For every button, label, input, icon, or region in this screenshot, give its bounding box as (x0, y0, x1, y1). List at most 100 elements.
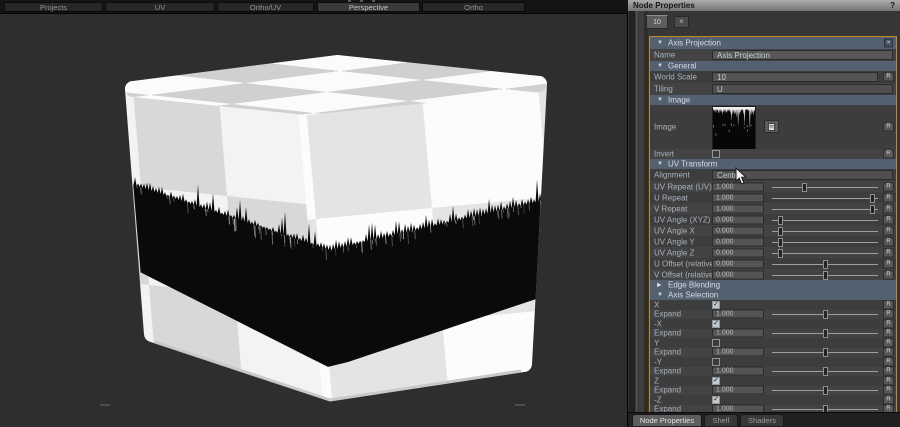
reset-button[interactable]: R (883, 310, 894, 319)
reset-button[interactable]: R (883, 182, 894, 191)
pinned-node-tab[interactable]: 10 (646, 15, 668, 29)
value-field[interactable]: 0.000 (712, 237, 764, 246)
viewport-tab-ortho[interactable]: Ortho (422, 2, 525, 12)
slider-track[interactable] (772, 187, 878, 188)
section-header-uv-transform[interactable]: ▼UV Transform (650, 159, 896, 169)
reset-button[interactable]: R (883, 367, 894, 376)
section-header-general[interactable]: ▼General (650, 61, 896, 71)
reset-button[interactable]: R (883, 150, 894, 159)
slider-track[interactable] (772, 352, 878, 353)
slider-track[interactable] (772, 231, 878, 232)
slider-thumb[interactable] (870, 194, 875, 203)
value-field[interactable]: 0.000 (712, 215, 764, 224)
slider-thumb[interactable] (870, 205, 875, 214)
group-header-axis-projection[interactable]: ▼Axis Projection× (650, 37, 896, 49)
value-field[interactable]: 1.000 (712, 329, 764, 338)
value-field[interactable]: 1.000 (712, 310, 764, 319)
slider-track[interactable] (772, 209, 878, 210)
close-node-tab-button[interactable]: × (674, 16, 689, 28)
slider-track[interactable] (772, 220, 878, 221)
slider-thumb[interactable] (823, 271, 828, 280)
reset-button[interactable]: R (883, 237, 894, 246)
slider-thumb[interactable] (778, 227, 783, 236)
image-thumbnail-wrap[interactable] (712, 106, 756, 150)
slider-thumb[interactable] (823, 386, 828, 395)
reset-button[interactable]: R (883, 193, 894, 202)
slider-track[interactable] (772, 242, 878, 243)
checkbox-x[interactable]: ✓ (712, 320, 720, 328)
panel-title-bar[interactable]: Node Properties ? (628, 0, 900, 11)
projection-image-thumbnail[interactable] (713, 107, 755, 149)
value-field[interactable]: 0.000 (712, 226, 764, 235)
dropdown-tiling[interactable]: U (712, 84, 893, 94)
world-scale-input[interactable]: 10 (712, 72, 878, 82)
viewport-tab-perspective[interactable]: Perspective (317, 2, 420, 12)
slider-track[interactable] (772, 333, 878, 334)
slider-track[interactable] (772, 314, 878, 315)
reset-button[interactable]: R (883, 395, 894, 404)
value-field[interactable]: 1.000 (712, 204, 764, 213)
bottom-tab-shelf[interactable]: Shelf (704, 414, 738, 426)
slider-thumb[interactable] (823, 260, 828, 269)
checkbox-invert[interactable] (712, 150, 720, 158)
viewport-tab-uv[interactable]: UV (105, 2, 215, 12)
slider-thumb[interactable] (823, 310, 828, 319)
reset-button[interactable]: R (883, 73, 894, 82)
checkbox-x[interactable]: ✓ (712, 301, 720, 309)
viewport-3d[interactable]: ProjectsUVOrtho/UVPerspectiveOrtho (0, 0, 628, 427)
reset-button[interactable]: R (883, 123, 894, 132)
property-row-tiling-4: TilingU (650, 83, 896, 95)
slider-thumb[interactable] (823, 367, 828, 376)
slider-thumb[interactable] (778, 216, 783, 225)
reset-button[interactable]: R (883, 270, 894, 279)
reset-button[interactable]: R (883, 300, 894, 309)
slider-track[interactable] (772, 275, 878, 276)
reset-button[interactable]: R (883, 226, 894, 235)
slider-thumb[interactable] (778, 249, 783, 258)
reset-button[interactable]: R (883, 376, 894, 385)
reset-button[interactable]: R (883, 348, 894, 357)
slider-track[interactable] (772, 371, 878, 372)
slider-thumb[interactable] (823, 348, 828, 357)
section-header-image[interactable]: ▼Image (650, 95, 896, 105)
reset-button[interactable]: R (883, 248, 894, 257)
checkbox-z[interactable]: ✓ (712, 396, 720, 404)
section-header-edge-blending[interactable]: ▶Edge Blending (650, 280, 896, 290)
section-header-axis-selection[interactable]: ▼Axis Selection (650, 290, 896, 300)
checkbox-y[interactable] (712, 358, 720, 366)
viewport-tab-ortho-uv[interactable]: Ortho/UV (217, 2, 314, 12)
help-icon[interactable]: ? (890, 0, 895, 11)
reset-button[interactable]: R (883, 215, 894, 224)
panel-scrollbar[interactable] (636, 11, 644, 413)
reset-button[interactable]: R (883, 319, 894, 328)
slider-track[interactable] (772, 264, 878, 265)
reset-button[interactable]: R (883, 259, 894, 268)
reset-button[interactable]: R (883, 386, 894, 395)
reset-button[interactable]: R (883, 329, 894, 338)
bottom-tab-node-properties[interactable]: Node Properties (632, 414, 702, 426)
slider-track[interactable] (772, 409, 878, 410)
viewport-tab-projects[interactable]: Projects (4, 2, 103, 12)
slider-thumb[interactable] (823, 329, 828, 338)
checkbox-y[interactable] (712, 339, 720, 347)
slider-thumb[interactable] (802, 183, 807, 192)
value-field[interactable]: 0.000 (712, 248, 764, 257)
slider-track[interactable] (772, 253, 878, 254)
close-icon[interactable]: × (884, 39, 893, 48)
load-image-button[interactable] (764, 120, 779, 133)
value-field[interactable]: 1.000 (712, 193, 764, 202)
value-field[interactable]: 0.000 (712, 270, 764, 279)
slider-track[interactable] (772, 198, 878, 199)
name-input[interactable]: Axis Projection (712, 50, 893, 60)
slider-track[interactable] (772, 390, 878, 391)
slider-thumb[interactable] (778, 238, 783, 247)
bottom-tab-shaders[interactable]: Shaders (740, 414, 784, 426)
checkbox-z[interactable]: ✓ (712, 377, 720, 385)
value-field[interactable]: 1.000 (712, 367, 764, 376)
reset-button[interactable]: R (883, 204, 894, 213)
reset-button[interactable]: R (883, 357, 894, 366)
reset-button[interactable]: R (883, 338, 894, 347)
value-field[interactable]: 1.000 (712, 348, 764, 357)
value-field[interactable]: 1.000 (712, 386, 764, 395)
value-field[interactable]: 0.000 (712, 259, 764, 268)
